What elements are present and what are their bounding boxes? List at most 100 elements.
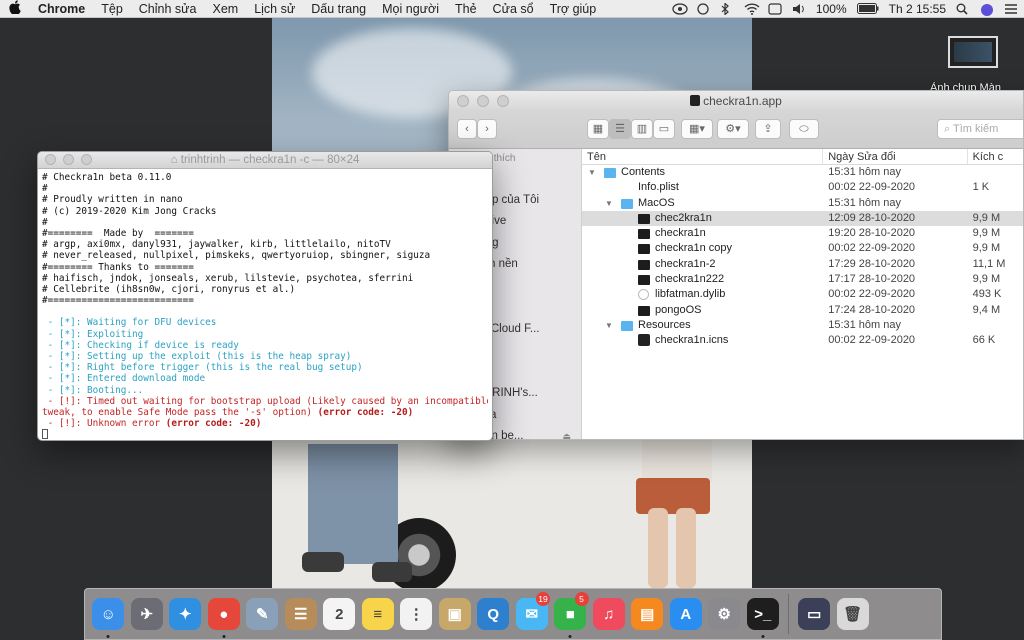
search-icon[interactable] [956,3,970,15]
terminal-line: - [*]: Right before trigger (this is the… [42,362,488,373]
battery-percent[interactable]: 100% [816,2,847,16]
column-name-header[interactable]: Tên [582,149,824,164]
share-icon[interactable]: ⇪ [755,119,781,139]
zoom-button[interactable] [81,154,92,165]
terminal-line: - [*]: Entered download mode [42,373,488,384]
file-name-cell: Info.plist [582,180,823,195]
music-dock-item[interactable]: ♫ [590,592,629,636]
file-date: 00:02 22-09-2020 [828,334,916,347]
chrome-dock-item[interactable]: ● [205,592,244,638]
menu-window[interactable]: Cửa sổ [485,2,542,16]
file-name: checkra1n.icns [655,334,729,347]
dock-separator [788,594,789,634]
menu-file[interactable]: Tệp [93,2,131,16]
apple-menu-icon[interactable] [0,0,30,17]
action-gear-icon[interactable]: ⚙▾ [717,119,749,139]
reminders-dock-item[interactable]: ⋮ [397,592,436,636]
messages-dock-item[interactable]: ✉ 19 [513,592,552,636]
menu-people[interactable]: Mọi người [374,2,447,16]
notification-center-icon[interactable] [1004,3,1018,15]
sync-icon[interactable] [696,3,710,15]
terminal-line-text: # [42,216,48,228]
file-row[interactable]: checkra1n.icns 00:02 22-09-2020 66 K [582,333,1023,348]
icon-view-button[interactable]: ▦ [587,119,609,139]
siri-icon[interactable] [980,3,994,16]
notes-dock-item[interactable]: ≡ [359,592,398,636]
terminal-output[interactable]: # Checkra1n beta 0.11.0 # # Proudly writte… [38,169,492,440]
finder-dock-item[interactable]: ☺ [89,592,128,638]
disclosure-open-icon[interactable]: ▼ [605,196,613,211]
file-row[interactable]: checkra1n222 17:17 28-10-2020 9,9 M [582,272,1023,287]
calendar-dock-item[interactable]: 2 [320,592,359,636]
file-date: 00:02 22-09-2020 [828,242,916,255]
zoom-button[interactable] [497,95,509,107]
column-view-button[interactable]: ▥ [631,119,653,139]
back-button[interactable]: ‹ [457,119,477,139]
group-by-button[interactable]: ▦▾ [681,119,713,139]
battery-icon[interactable] [856,3,879,15]
menu-view[interactable]: Xem [204,2,246,16]
forward-button[interactable]: › [477,119,497,139]
file-row[interactable]: ▼ MacOS 15:31 hôm nay [582,196,1023,211]
file-row[interactable]: pongoOS 17:24 28-10-2020 9,4 M [582,303,1023,318]
menu-clock[interactable]: Th 2 15:55 [889,2,946,16]
menu-help[interactable]: Trợ giúp [542,2,605,16]
contacts-dock-item[interactable]: ☰ [282,592,321,636]
desktop-screenshot-file-icon[interactable] [948,36,998,68]
menu-history[interactable]: Lịch sử [246,2,303,16]
downloads-stack-dock-item[interactable]: ▭ [795,592,834,636]
menu-bookmarks[interactable]: Dấu trang [303,2,374,16]
safari-dock-item[interactable]: ✦ [166,592,205,636]
terminal-dock-item[interactable]: >_ [744,592,783,638]
minimize-button[interactable] [63,154,74,165]
volume-icon[interactable] [792,3,806,15]
file-name: MacOS [638,196,675,209]
file-row[interactable]: ▼ Contents 15:31 hôm nay [582,165,1023,180]
bluetooth-icon[interactable] [720,2,734,16]
file-name-cell: chec2kra1n [582,211,823,226]
preview-dock-item[interactable]: ✎ [243,592,282,636]
search-field[interactable]: ⌕ Tìm kiếm [937,119,1023,139]
terminal-window-title: trinhtrinh — checkra1n -c — 80×24 [180,154,360,166]
wifi-icon[interactable] [744,3,760,15]
file-row[interactable]: checkra1n 19:20 28-10-2020 9,9 M [582,226,1023,241]
column-size-header[interactable]: Kích c [968,149,1023,164]
file-row[interactable]: checkra1n-2 17:29 28-10-2020 11,1 M [582,257,1023,272]
teamviewer-icon[interactable] [672,3,688,15]
column-date-header[interactable]: Ngày Sửa đổi [823,149,968,164]
file-row[interactable]: libfatman.dylib 00:02 22-09-2020 493 K [582,287,1023,302]
disclosure-open-icon[interactable]: ▼ [605,318,613,333]
terminal-line: # [42,183,488,194]
eject-icon[interactable]: ⏏ [562,426,571,439]
file-date: 15:31 hôm nay [828,196,901,209]
list-view-button[interactable]: ☰ [609,119,631,139]
facetime-dock-item[interactable]: ■ 5 [551,592,590,638]
trash-dock-item[interactable]: 🗑 [834,592,873,636]
app-store-dock-item[interactable]: A [667,592,706,636]
menu-edit[interactable]: Chỉnh sửa [131,2,205,16]
tag-icon[interactable]: ⬭ [789,119,819,139]
file-size: 66 K [972,334,996,347]
car-image [272,438,752,588]
file-name-cell: checkra1n-2 [582,257,823,272]
terminal-titlebar[interactable]: ⌂ trinhtrinh — checkra1n -c — 80×24 [38,152,492,169]
file-date: 00:02 22-09-2020 [828,288,916,301]
close-button[interactable] [45,154,56,165]
books-dock-item[interactable]: ▤ [628,592,667,636]
close-button[interactable] [457,95,469,107]
file-row[interactable]: ▼ Resources 15:31 hôm nay [582,318,1023,333]
keyboard-input-icon[interactable] [768,3,782,15]
gallery-view-button[interactable]: ▭ [653,119,675,139]
finder-titlebar[interactable]: checkra1n.app [449,91,1023,111]
file-row[interactable]: checkra1n copy 00:02 22-09-2020 9,9 M [582,241,1023,256]
photo-booth-dock-item[interactable]: ▣ [436,592,475,636]
menu-app-name[interactable]: Chrome [30,2,93,16]
file-row[interactable]: chec2kra1n 12:09 28-10-2020 9,9 M [582,210,1023,227]
quicktime-dock-item[interactable]: Q [474,592,513,636]
menu-tab[interactable]: Thẻ [447,2,485,16]
system-preferences-dock-item[interactable]: ⚙ [705,592,744,636]
minimize-button[interactable] [477,95,489,107]
file-row[interactable]: Info.plist 00:02 22-09-2020 1 K [582,180,1023,195]
launchpad-dock-item[interactable]: ✈ [128,592,167,636]
disclosure-open-icon[interactable]: ▼ [588,165,596,180]
